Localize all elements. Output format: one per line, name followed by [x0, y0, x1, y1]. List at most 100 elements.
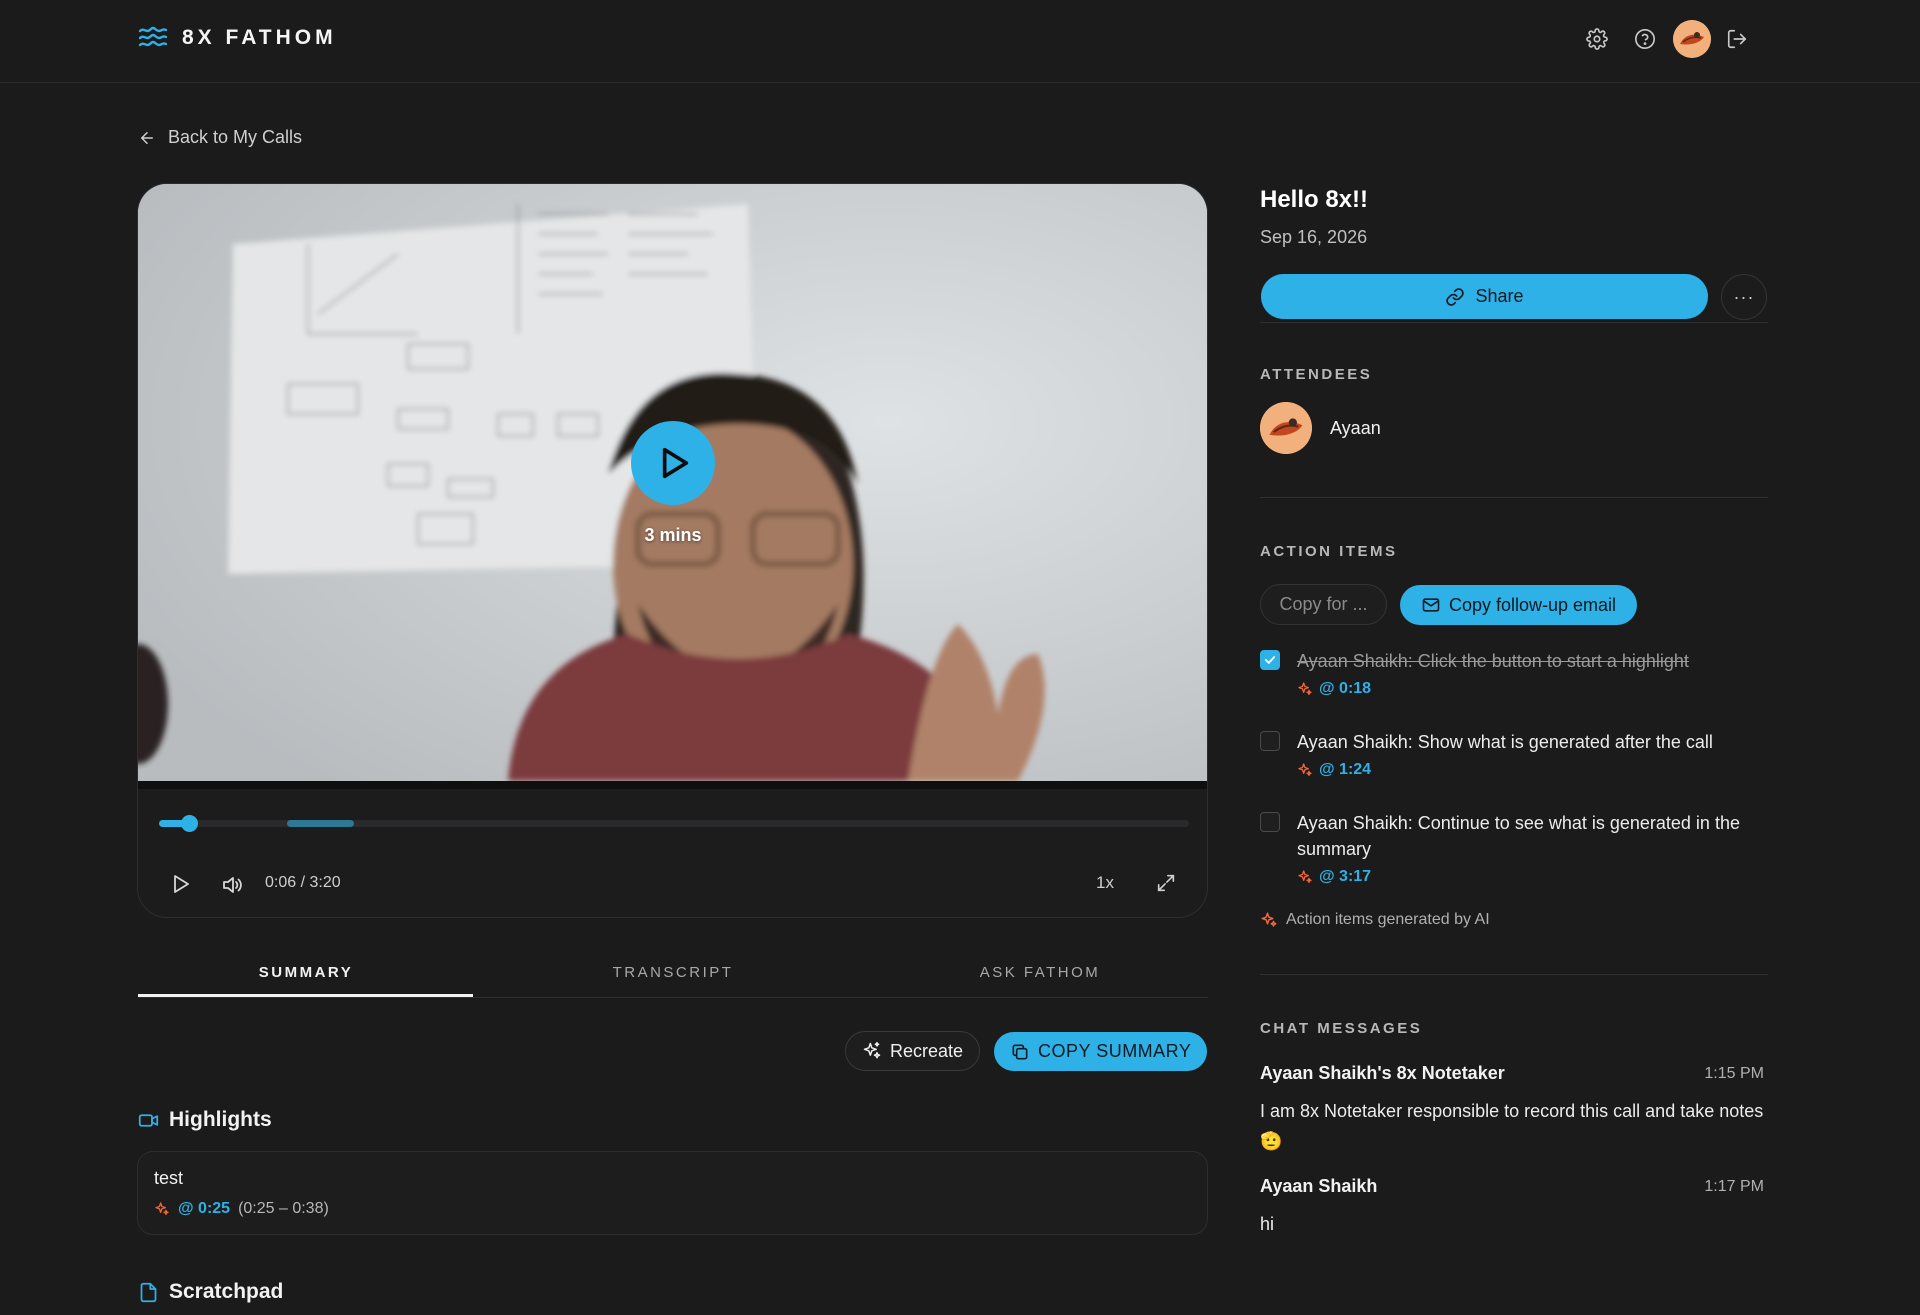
content-tabs: SUMMARY TRANSCRIPT ASK FATHOM [138, 950, 1208, 998]
highlights-title: Highlights [169, 1108, 272, 1131]
divider [1260, 497, 1768, 498]
time-display: 0:06 / 3:20 [265, 874, 341, 891]
action-item-checkbox[interactable] [1260, 650, 1280, 670]
back-to-calls-link[interactable]: Back to My Calls [138, 127, 302, 148]
play-button[interactable] [168, 872, 192, 896]
action-item-checkbox[interactable] [1260, 731, 1280, 751]
highlight-marker[interactable] [287, 820, 354, 827]
fullscreen-button[interactable] [1155, 872, 1179, 896]
ai-note-text: Action items generated by AI [1286, 911, 1490, 928]
help-icon[interactable] [1633, 27, 1657, 51]
expand-icon [1157, 874, 1175, 892]
action-item-text: Ayaan Shaikh: Click the button to start … [1297, 651, 1689, 671]
more-options-button[interactable]: ··· [1721, 274, 1767, 320]
video-player: 3 mins 0:06 / 3:20 1x [137, 183, 1208, 918]
ai-spark-icon [1297, 869, 1313, 885]
top-bar: 8X FATHOM [0, 0, 1920, 83]
header-actions [1585, 20, 1749, 58]
sparkle-icon [862, 1041, 882, 1061]
seek-handle[interactable] [181, 815, 198, 832]
video-frame[interactable]: 3 mins [138, 184, 1207, 781]
volume-icon [223, 877, 242, 893]
copy-icon [1010, 1042, 1030, 1062]
highlight-name: test [154, 1168, 184, 1188]
seek-bar[interactable] [159, 815, 1189, 832]
chat-message: Ayaan Shaikh's 8x Notetaker 1:15 PM I am… [1260, 1063, 1764, 1153]
avatar[interactable] [1673, 20, 1711, 58]
back-label: Back to My Calls [168, 127, 303, 147]
chat-message: Ayaan Shaikh 1:17 PM hi [1260, 1176, 1764, 1236]
action-item-text: Ayaan Shaikh: Continue to see what is ge… [1297, 813, 1740, 859]
logout-icon[interactable] [1725, 27, 1749, 51]
copy-email-label: Copy follow-up email [1448, 594, 1617, 615]
attendee-name: Ayaan [1330, 417, 1381, 438]
copy-follow-up-email-button[interactable]: Copy follow-up email [1400, 585, 1637, 625]
mail-icon [1421, 595, 1441, 615]
chat-time: 1:15 PM [1704, 1065, 1764, 1082]
highlight-timestamp[interactable]: @ 0:25 [178, 1200, 230, 1218]
action-item-checkbox[interactable] [1260, 812, 1280, 832]
divider [1260, 322, 1768, 323]
share-button[interactable]: Share [1261, 274, 1708, 319]
play-icon [653, 443, 693, 483]
highlight-card[interactable]: test @ 0:25 (0:25 – 0:38) [137, 1151, 1208, 1235]
action-item-timestamp[interactable]: @ 1:24 [1319, 761, 1371, 779]
video-frame-edge [138, 781, 1207, 789]
attendees-label: ATTENDEES [1260, 366, 1373, 383]
action-item: Ayaan Shaikh: Continue to see what is ge… [1260, 810, 1768, 896]
action-item-timestamp-row: @ 3:17 [1297, 868, 1371, 886]
call-date: Sep 16, 2026 [1260, 227, 1368, 247]
highlight-range: (0:25 – 0:38) [238, 1200, 329, 1217]
tab-ask-fathom[interactable]: ASK FATHOM [872, 964, 1208, 981]
chat-author: Ayaan Shaikh's 8x Notetaker [1260, 1063, 1505, 1083]
attendee-avatar [1260, 402, 1312, 454]
ai-spark-icon [1260, 911, 1278, 929]
chat-text: hi [1260, 1214, 1275, 1234]
ai-spark-icon [1297, 762, 1313, 778]
link-icon [1445, 287, 1465, 307]
waves-logo-icon [138, 26, 168, 50]
action-item: Ayaan Shaikh: Show what is generated aft… [1260, 729, 1768, 789]
action-item-timestamp-row: @ 0:18 [1297, 680, 1371, 698]
playback-speed-button[interactable]: 1x [1096, 873, 1114, 893]
tab-summary[interactable]: SUMMARY [138, 964, 474, 981]
chat-text: I am 8x Notetaker responsible to record … [1260, 1101, 1764, 1151]
action-item: Ayaan Shaikh: Click the button to start … [1260, 648, 1768, 708]
check-icon [1264, 656, 1276, 664]
chat-time: 1:17 PM [1704, 1178, 1764, 1195]
ai-generated-note: Action items generated by AI [1260, 911, 1490, 929]
play-overlay-button[interactable] [631, 421, 715, 505]
highlight-meta: @ 0:25 (0:25 – 0:38) [154, 1200, 329, 1218]
settings-icon[interactable] [1585, 27, 1609, 51]
highlights-heading: Highlights [138, 1108, 272, 1132]
tab-transcript[interactable]: TRANSCRIPT [505, 964, 841, 981]
active-tab-indicator [138, 994, 473, 997]
share-label: Share [1475, 286, 1524, 306]
volume-button[interactable] [220, 873, 244, 897]
brand-logo[interactable]: 8X FATHOM [138, 26, 337, 50]
chat-author: Ayaan Shaikh [1260, 1176, 1378, 1196]
play-small-icon [174, 875, 189, 893]
action-item-text: Ayaan Shaikh: Show what is generated aft… [1297, 732, 1713, 752]
ai-spark-icon [154, 1201, 170, 1217]
scratchpad-title: Scratchpad [169, 1280, 284, 1303]
action-item-timestamp[interactable]: @ 0:18 [1319, 680, 1371, 698]
action-item-timestamp-row: @ 1:24 [1297, 761, 1371, 779]
action-item-timestamp[interactable]: @ 3:17 [1319, 868, 1371, 886]
call-title: Hello 8x!! [1260, 186, 1369, 213]
attendee-item: Ayaan [1260, 402, 1381, 454]
copy-for-dropdown[interactable]: Copy for ... [1260, 584, 1387, 625]
copy-summary-label: COPY SUMMARY [1038, 1041, 1192, 1061]
recreate-label: Recreate [890, 1040, 964, 1061]
brand-name: 8X FATHOM [182, 26, 337, 49]
action-items-label: ACTION ITEMS [1260, 543, 1398, 560]
document-icon [138, 1282, 159, 1303]
arrow-left-icon [138, 129, 156, 147]
duration-label: 3 mins [644, 525, 702, 545]
scratchpad-heading: Scratchpad [138, 1280, 283, 1304]
more-dots-icon: ··· [1733, 286, 1755, 307]
copy-summary-button[interactable]: COPY SUMMARY [994, 1032, 1208, 1071]
divider [1260, 974, 1768, 975]
recreate-button[interactable]: Recreate [845, 1031, 981, 1071]
ai-spark-icon [1297, 681, 1313, 697]
